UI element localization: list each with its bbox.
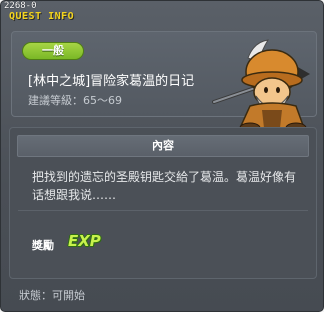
quest-status: 狀態：可開始 <box>19 289 85 302</box>
quest-recommended-level: 建議等級：65～69 <box>28 94 122 107</box>
quest-description: 把找到的遗忘的圣殿钥匙交給了葛温。葛温好像有话想跟我说…… <box>32 170 297 202</box>
window-title: QUEST INFO <box>9 11 75 22</box>
reward-label: 獎勵 <box>32 239 54 252</box>
quest-header-card: 一般 [林中之城]冒险家葛温的日记 建議等級：65～69 <box>11 31 317 134</box>
quest-title: [林中之城]冒险家葛温的日记 <box>28 74 195 89</box>
npc-portrait-icon <box>212 39 310 134</box>
quest-id-label: 2268-0 <box>4 1 37 11</box>
quest-info-window: 2268-0 QUEST INFO 一般 [林中之城]冒险家葛温的日记 建議等級… <box>0 0 324 312</box>
exp-icon: EXP <box>68 232 101 250</box>
content-section-header: 內容 <box>17 135 309 157</box>
quest-category-badge: 一般 <box>22 42 84 60</box>
quest-content-panel: 內容 把找到的遗忘的圣殿钥匙交給了葛温。葛温好像有话想跟我说…… 獎勵 EXP <box>9 127 317 279</box>
content-divider <box>18 210 308 211</box>
